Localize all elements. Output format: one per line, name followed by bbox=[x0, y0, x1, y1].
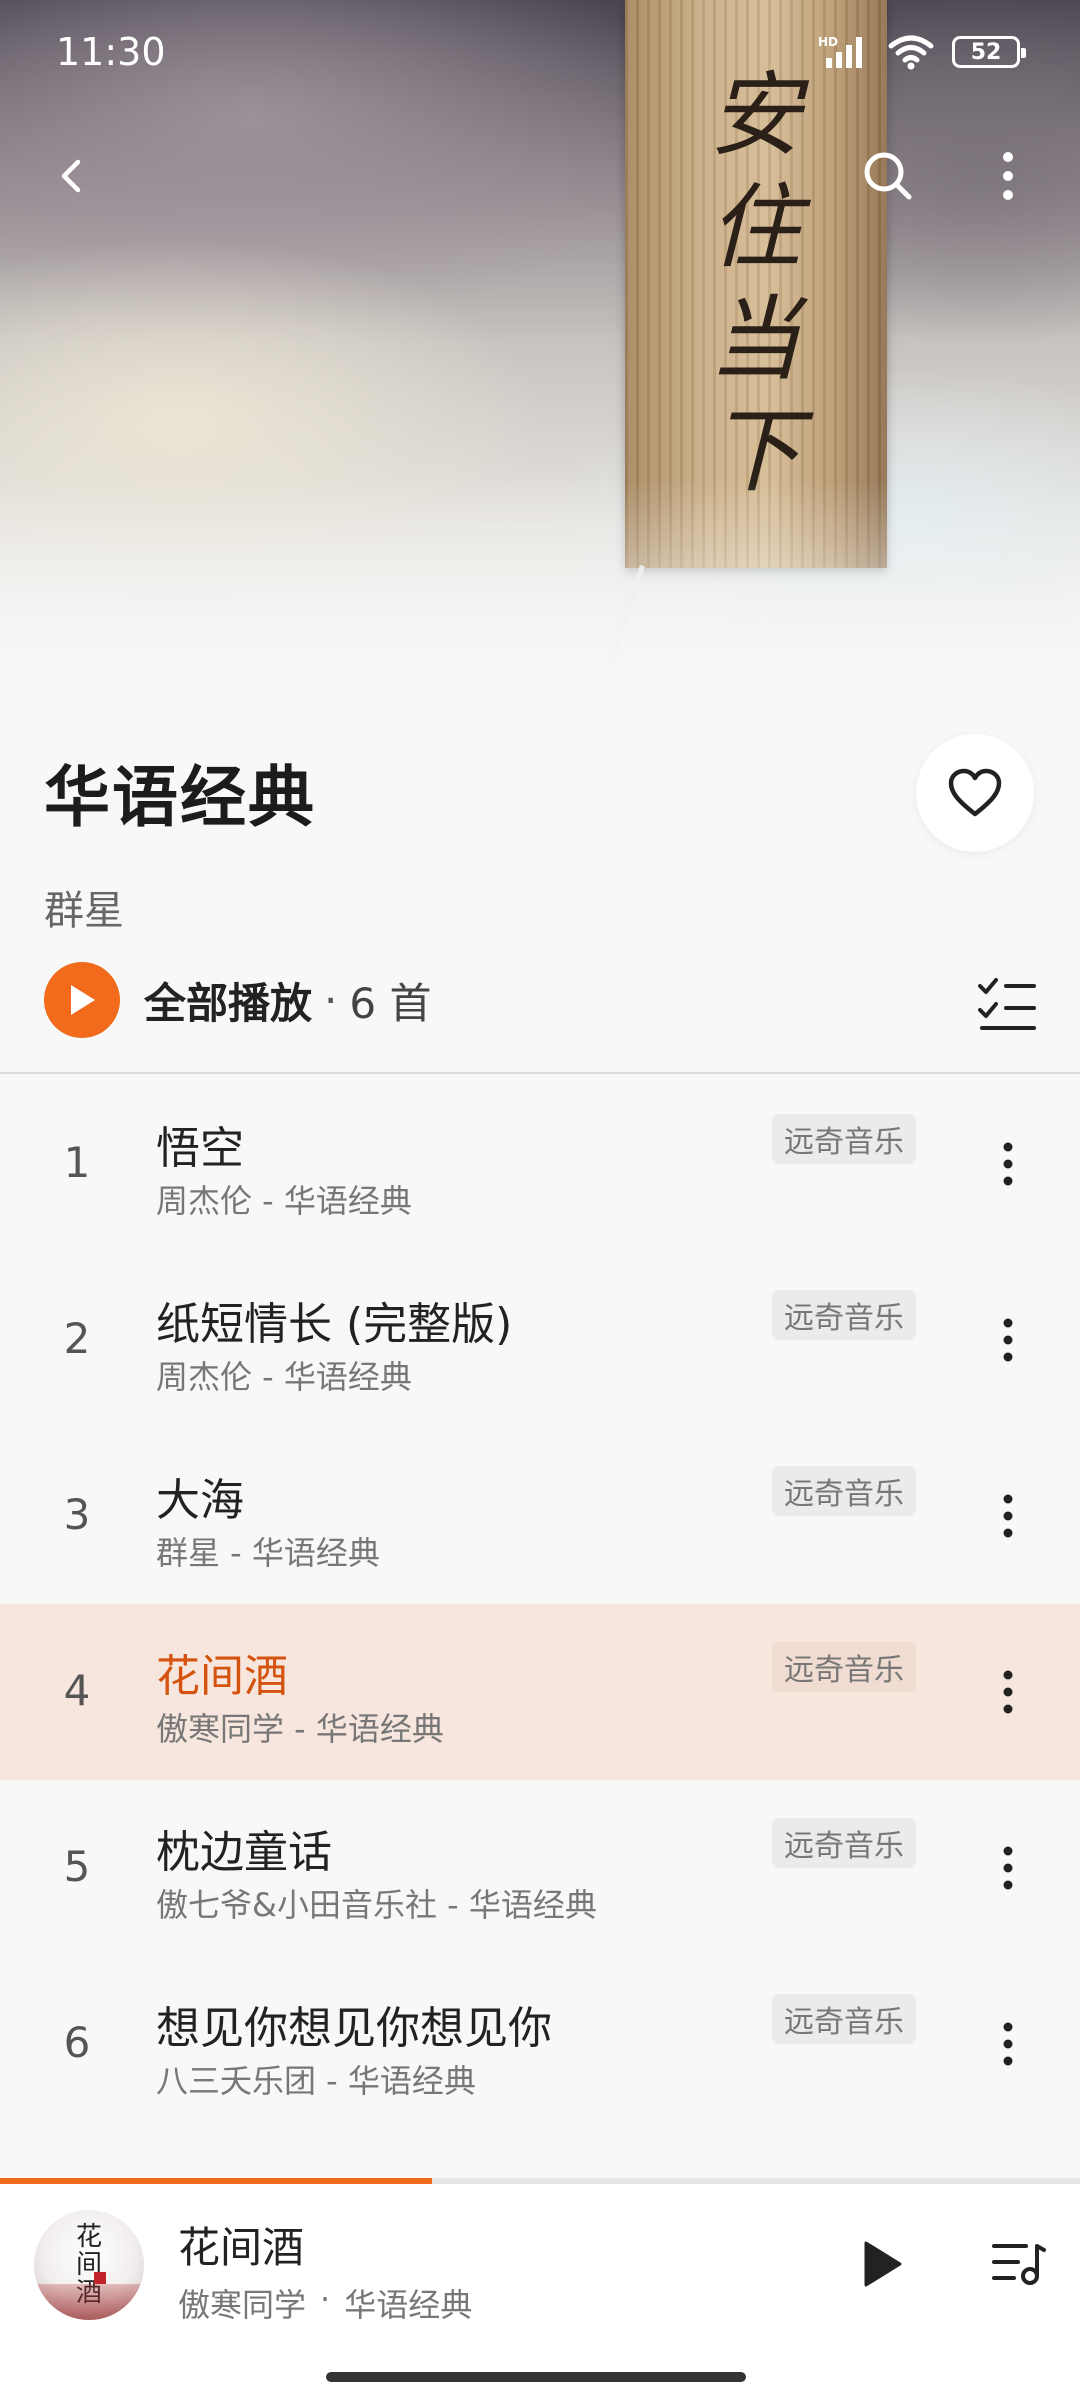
album-title: 华语经典 bbox=[44, 759, 316, 836]
song-subtitle: 群星 - 华语经典 bbox=[156, 1534, 380, 1572]
favorite-button[interactable] bbox=[916, 734, 1034, 852]
song-row[interactable]: 5 枕边童话 傲七爷&小田音乐社 - 华语经典 远奇音乐 bbox=[0, 1780, 1080, 1956]
song-subtitle: 八三夭乐团 - 华语经典 bbox=[156, 2062, 476, 2100]
more-vertical-icon bbox=[1003, 1142, 1013, 1186]
status-bar: 11:30 HD 52 bbox=[0, 0, 1080, 110]
play-icon bbox=[864, 2241, 902, 2287]
svg-text:HD: HD bbox=[818, 35, 838, 49]
back-button[interactable] bbox=[36, 140, 108, 212]
checklist-icon bbox=[978, 978, 1036, 1030]
song-index: 5 bbox=[63, 1842, 91, 1891]
play-all-button[interactable]: 全部播放 · 6 首 bbox=[44, 962, 431, 1038]
song-list: 1 悟空 周杰伦 - 华语经典 远奇音乐 2 纸短情长 (完整版) 周杰伦 - … bbox=[0, 1076, 1080, 2132]
chevron-left-icon bbox=[61, 159, 81, 193]
song-index: 1 bbox=[63, 1138, 91, 1187]
heart-outline-icon bbox=[948, 768, 1002, 817]
search-button[interactable] bbox=[852, 140, 924, 212]
song-more-button[interactable] bbox=[984, 1134, 1032, 1194]
mini-play-button[interactable] bbox=[846, 2224, 918, 2304]
song-index: 2 bbox=[63, 1314, 91, 1363]
play-all-separator: · bbox=[324, 975, 338, 1025]
more-vertical-icon bbox=[1003, 1670, 1013, 1714]
cover-flowers bbox=[34, 2284, 144, 2320]
play-all-icon-circle bbox=[44, 962, 120, 1038]
status-icons: HD 52 bbox=[818, 34, 1026, 70]
now-playing-cover: 花间酒 bbox=[34, 2210, 144, 2320]
source-badge: 远奇音乐 bbox=[772, 1290, 916, 1340]
song-title: 枕边童话 bbox=[156, 1827, 332, 1878]
song-more-button[interactable] bbox=[984, 1662, 1032, 1722]
now-playing-subtitle: 傲寒同学 · 华语经典 bbox=[178, 2280, 472, 2326]
song-more-button[interactable] bbox=[984, 1310, 1032, 1370]
now-playing-artist: 傲寒同学 bbox=[178, 2286, 307, 2324]
more-vertical-icon bbox=[1003, 152, 1013, 200]
artwork-fade bbox=[0, 480, 1080, 720]
song-count: 6 首 bbox=[349, 978, 432, 1028]
song-subtitle: 傲七爷&小田音乐社 - 华语经典 bbox=[156, 1886, 597, 1924]
wifi-icon bbox=[888, 35, 934, 70]
song-index: 4 bbox=[63, 1666, 91, 1715]
source-badge: 远奇音乐 bbox=[772, 1642, 916, 1692]
song-subtitle: 周杰伦 - 华语经典 bbox=[156, 1182, 412, 1220]
more-vertical-icon bbox=[1003, 1318, 1013, 1362]
more-vertical-icon bbox=[1003, 2022, 1013, 2066]
song-more-button[interactable] bbox=[984, 1486, 1032, 1546]
source-badge: 远奇音乐 bbox=[772, 1994, 916, 2044]
artwork-calligraphy: 安住当下 bbox=[708, 62, 801, 505]
more-options-button[interactable] bbox=[972, 140, 1044, 212]
play-icon bbox=[71, 985, 95, 1015]
search-icon bbox=[864, 152, 912, 200]
mini-player[interactable]: 花间酒 花间酒 傲寒同学 · 华语经典 bbox=[0, 2184, 1080, 2400]
now-playing-dot: · bbox=[320, 2280, 331, 2318]
song-row[interactable]: 2 纸短情长 (完整版) 周杰伦 - 华语经典 远奇音乐 bbox=[0, 1252, 1080, 1428]
multi-select-button[interactable] bbox=[976, 972, 1040, 1036]
song-row[interactable]: 4 花间酒 傲寒同学 - 华语经典 远奇音乐 bbox=[0, 1604, 1080, 1780]
now-playing-title: 花间酒 bbox=[178, 2223, 305, 2272]
more-vertical-icon bbox=[1003, 1846, 1013, 1890]
song-index: 3 bbox=[63, 1490, 91, 1539]
song-title: 想见你想见你想见你 bbox=[156, 2003, 552, 2054]
source-badge: 远奇音乐 bbox=[772, 1466, 916, 1516]
divider bbox=[0, 1072, 1080, 1074]
source-badge: 远奇音乐 bbox=[772, 1114, 916, 1164]
playlist-icon bbox=[992, 2244, 1046, 2285]
home-indicator[interactable] bbox=[326, 2372, 746, 2382]
signal-icon: HD bbox=[818, 35, 862, 68]
song-row[interactable]: 1 悟空 周杰伦 - 华语经典 远奇音乐 bbox=[0, 1076, 1080, 1252]
play-all-label: 全部播放 bbox=[144, 978, 313, 1028]
song-title: 大海 bbox=[156, 1475, 244, 1526]
source-badge: 远奇音乐 bbox=[772, 1818, 916, 1868]
battery-indicator: 52 bbox=[952, 36, 1026, 68]
more-vertical-icon bbox=[1003, 1494, 1013, 1538]
album-artist[interactable]: 群星 bbox=[44, 878, 124, 936]
song-title: 花间酒 bbox=[156, 1651, 288, 1702]
song-row[interactable]: 3 大海 群星 - 华语经典 远奇音乐 bbox=[0, 1428, 1080, 1604]
song-subtitle: 周杰伦 - 华语经典 bbox=[156, 1358, 412, 1396]
song-title: 纸短情长 (完整版) bbox=[156, 1299, 513, 1350]
status-time: 11:30 bbox=[56, 30, 166, 74]
song-title: 悟空 bbox=[156, 1123, 244, 1174]
now-playing-album: 华语经典 bbox=[344, 2286, 473, 2324]
song-row[interactable]: 6 想见你想见你想见你 八三夭乐团 - 华语经典 远奇音乐 bbox=[0, 1956, 1080, 2132]
song-more-button[interactable] bbox=[984, 2014, 1032, 2074]
song-subtitle: 傲寒同学 - 华语经典 bbox=[156, 1710, 444, 1748]
song-index: 6 bbox=[63, 2018, 91, 2067]
playlist-button[interactable] bbox=[988, 2228, 1048, 2298]
song-more-button[interactable] bbox=[984, 1838, 1032, 1898]
cover-seal bbox=[94, 2272, 106, 2284]
